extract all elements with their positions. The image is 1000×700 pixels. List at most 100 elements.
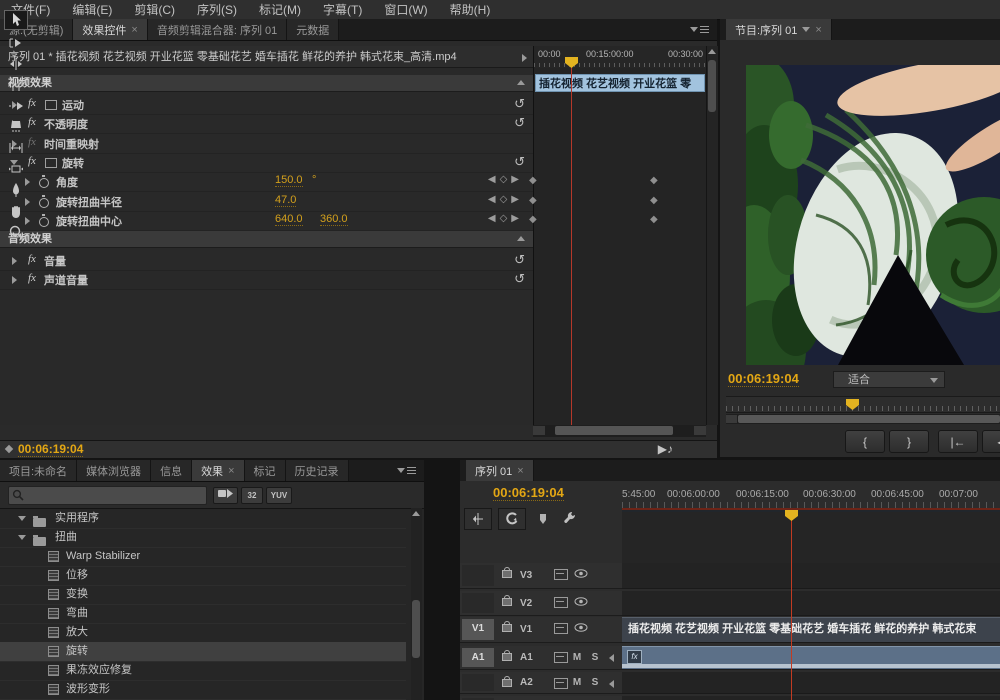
source-patch-v1[interactable]: V1	[462, 619, 494, 640]
menu-sequence[interactable]: 序列(S)	[186, 1, 248, 18]
tab-metadata[interactable]: 元数据	[287, 19, 339, 40]
snap-toggle-button[interactable]	[464, 508, 492, 530]
razor-tool[interactable]	[4, 117, 28, 137]
menu-edit[interactable]: 编辑(E)	[61, 1, 123, 18]
keyframe-icon[interactable]: ◆	[650, 175, 658, 186]
speaker-icon[interactable]	[609, 654, 614, 662]
tab-audio-mixer[interactable]: 音频剪辑混合器: 序列 01	[148, 19, 287, 40]
toggle-track-output-eye-icon[interactable]	[574, 597, 588, 609]
tree-folder-utility[interactable]: 实用程序	[0, 509, 406, 529]
sync-lock-icon[interactable]	[554, 569, 568, 580]
keyframe-nav[interactable]: ◀◇▶	[488, 194, 523, 205]
tab-project[interactable]: 项目:未命名	[0, 460, 77, 481]
keyframe-nav[interactable]: ◀◇▶	[488, 213, 523, 224]
filter-32bit-button[interactable]: 32	[241, 487, 263, 504]
program-timecode[interactable]: 00:06:19:04	[728, 371, 799, 387]
timeline-timecode[interactable]: 00:06:19:04	[493, 485, 564, 501]
solo-button[interactable]: S	[588, 696, 602, 700]
collapse-section-icon[interactable]	[517, 80, 525, 85]
speaker-icon[interactable]	[609, 680, 614, 688]
menu-window[interactable]: 窗口(W)	[373, 1, 438, 18]
source-patch-a1[interactable]: A1	[462, 648, 494, 667]
toggle-track-output-eye-icon[interactable]	[574, 569, 588, 581]
tab-program[interactable]: 节目:序列 01 ×	[726, 19, 832, 40]
sync-lock-icon[interactable]	[554, 597, 568, 608]
center-x-value[interactable]: 640.0	[275, 213, 303, 226]
collapse-icon[interactable]	[18, 516, 26, 521]
close-icon[interactable]: ×	[517, 465, 523, 477]
show-video-icon[interactable]	[522, 54, 527, 62]
lock-icon[interactable]	[502, 624, 512, 632]
menu-help[interactable]: 帮助(H)	[439, 1, 502, 18]
close-icon[interactable]: ×	[815, 24, 821, 36]
tree-scrollbar[interactable]	[411, 508, 422, 700]
menu-title[interactable]: 字幕(T)	[312, 1, 373, 18]
param-row-angle[interactable]: 角度 150.0 ° ◀◇▶	[0, 172, 533, 192]
sync-lock-icon[interactable]	[554, 623, 568, 634]
program-scrollbar[interactable]	[726, 414, 1000, 424]
collapse-icon[interactable]	[18, 535, 26, 540]
effects-search-input[interactable]	[8, 486, 207, 505]
tab-history[interactable]: 历史记录	[286, 460, 349, 481]
center-y-value[interactable]: 360.0	[320, 213, 348, 226]
collapse-section-icon[interactable]	[517, 236, 525, 241]
keyframe-icon[interactable]: ◆	[529, 214, 537, 225]
lock-icon[interactable]	[502, 598, 512, 606]
keyframe-icon[interactable]: ◆	[650, 214, 658, 225]
program-video-frame[interactable]	[746, 65, 1000, 365]
toggle-animation-icon[interactable]	[38, 214, 49, 226]
audio-clip[interactable]: fx	[622, 646, 1000, 669]
toggle-track-output-eye-icon[interactable]	[574, 623, 588, 635]
panel-menu-icon[interactable]	[389, 460, 424, 481]
solo-button[interactable]: S	[588, 672, 602, 693]
reset-effect-icon[interactable]: ↺	[514, 271, 525, 287]
tree-effect-magnify[interactable]: 放大	[0, 623, 406, 643]
effect-row-twirl[interactable]: fx 旋转 ↺	[0, 153, 533, 173]
mini-timeline-clip[interactable]: 插花视频 花艺视频 开业花篮 零	[535, 74, 705, 92]
program-mini-ruler[interactable]	[726, 396, 1000, 413]
lock-icon[interactable]	[502, 679, 512, 687]
filter-yuv-button[interactable]: YUV	[266, 487, 292, 504]
toggle-animation-icon[interactable]	[38, 175, 49, 187]
mute-button[interactable]: M	[570, 696, 584, 700]
reset-effect-icon[interactable]: ↺	[514, 154, 525, 170]
rate-stretch-tool[interactable]	[4, 96, 28, 116]
mute-button[interactable]: M	[570, 672, 584, 693]
play-audio-icon[interactable]: ▶♪	[658, 442, 673, 456]
track-select-tool[interactable]	[4, 33, 28, 53]
mute-button[interactable]: M	[570, 646, 584, 669]
radius-value[interactable]: 47.0	[275, 194, 296, 207]
selection-tool[interactable]	[4, 10, 28, 30]
angle-value[interactable]: 150.0	[275, 174, 303, 187]
tree-folder-distort[interactable]: 扭曲	[0, 528, 406, 548]
lock-icon[interactable]	[502, 653, 512, 661]
pen-tool[interactable]	[4, 180, 28, 200]
keyframe-icon[interactable]: ◆	[650, 195, 658, 206]
effect-row-opacity[interactable]: fx 不透明度 ↺	[0, 114, 533, 134]
sync-lock-icon[interactable]	[554, 678, 568, 689]
zoom-tool[interactable]	[4, 222, 28, 240]
tree-effect-twirl-selected[interactable]: 旋转	[0, 642, 406, 662]
tree-effect-offset[interactable]: 位移	[0, 566, 406, 586]
param-row-radius[interactable]: 旋转扭曲半径 47.0 ◀◇▶	[0, 192, 533, 212]
linked-selection-button[interactable]	[498, 508, 526, 530]
chevron-down-icon[interactable]	[802, 27, 810, 32]
effect-row-time-remap[interactable]: fx 时间重映射	[0, 134, 533, 154]
reset-effect-icon[interactable]: ↺	[514, 115, 525, 131]
effect-controls-mini-ruler[interactable]: 00:00 00:15:00:00 00:30:00	[533, 46, 707, 69]
tab-effects[interactable]: 效果 ×	[192, 460, 244, 481]
tab-sequence-01[interactable]: 序列 01 ×	[466, 460, 534, 481]
tree-effect-warp-stabilizer[interactable]: Warp Stabilizer	[0, 547, 406, 567]
slide-tool[interactable]	[4, 159, 28, 179]
param-row-center[interactable]: 旋转扭曲中心 640.0 360.0 ◀◇▶	[0, 211, 533, 231]
tree-effect-transform[interactable]: 变换	[0, 585, 406, 605]
menu-marker[interactable]: 标记(M)	[248, 1, 312, 18]
mark-in-button[interactable]: {	[845, 430, 885, 453]
add-marker-icon[interactable]	[536, 512, 550, 531]
reset-effect-icon[interactable]: ↺	[514, 96, 525, 112]
hand-tool[interactable]	[4, 201, 28, 221]
effect-row-volume[interactable]: fx 音量 ↺	[0, 251, 533, 271]
reset-effect-icon[interactable]: ↺	[514, 252, 525, 268]
step-back-button[interactable]: ◀	[982, 430, 1000, 453]
accelerated-effects-filter-button[interactable]	[213, 487, 238, 504]
